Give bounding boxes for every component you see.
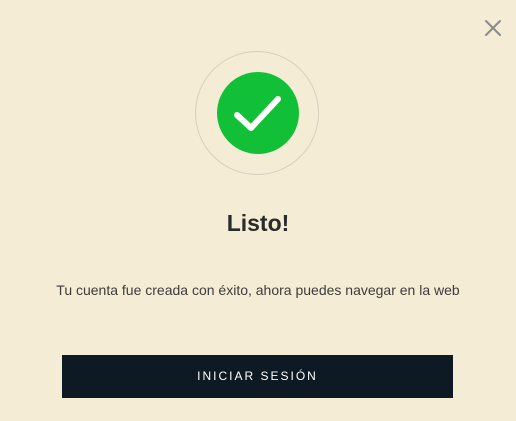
close-button[interactable] bbox=[484, 19, 502, 37]
login-button[interactable]: INICIAR SESIÓN bbox=[62, 355, 453, 398]
close-icon bbox=[485, 20, 501, 36]
dialog-message: Tu cuenta fue creada con éxito, ahora pu… bbox=[56, 282, 460, 298]
dialog-title: Listo! bbox=[226, 210, 290, 236]
success-check-icon bbox=[217, 72, 299, 154]
success-dialog: Listo! Tu cuenta fue creada con éxito, a… bbox=[0, 0, 516, 421]
